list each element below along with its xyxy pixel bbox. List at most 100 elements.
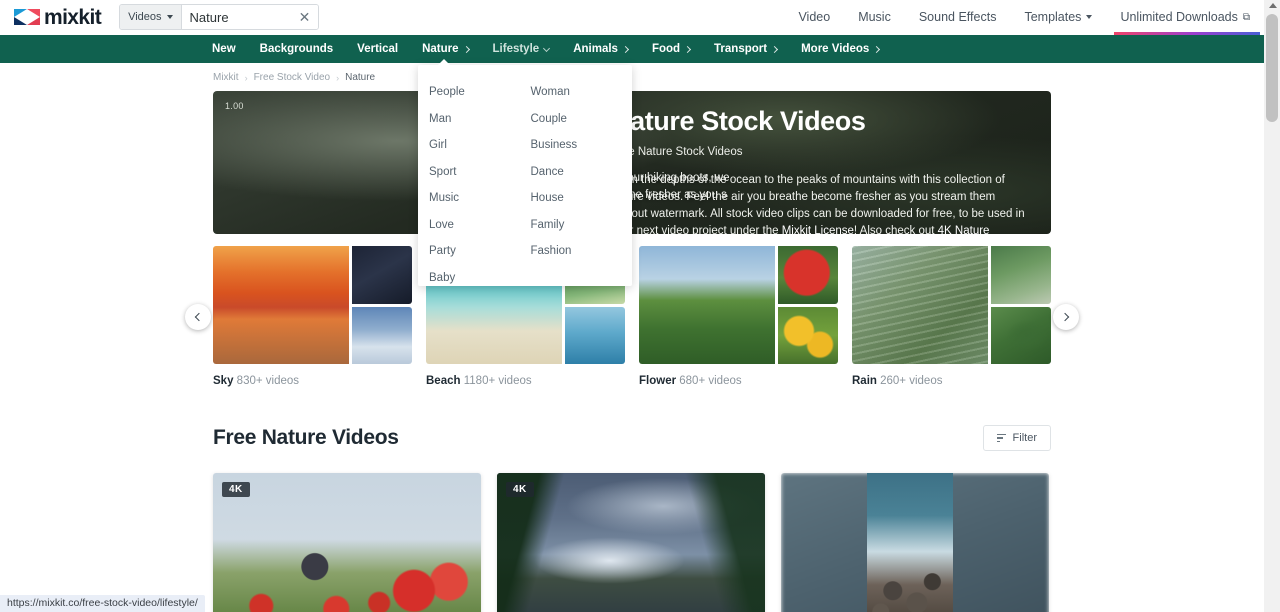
page-title: Nature Stock Videos xyxy=(611,106,866,136)
chevron-right-icon xyxy=(621,45,629,53)
search-input[interactable] xyxy=(181,5,292,29)
chevron-down-icon xyxy=(543,44,551,52)
breadcrumb-item-mixkit[interactable]: Mixkit xyxy=(213,72,239,83)
nav-label: Nature xyxy=(422,43,459,55)
section-header: Free Nature Videos Filter xyxy=(213,425,1051,451)
status-bar-url: https://mixkit.co/free-stock-video/lifes… xyxy=(0,595,205,612)
nav-item-backgrounds[interactable]: Backgrounds xyxy=(248,35,346,63)
resolution-badge: 4K xyxy=(506,482,534,497)
dropdown-item-sport[interactable]: Sport xyxy=(429,159,531,186)
dropdown-item-woman[interactable]: Woman xyxy=(531,79,633,106)
breadcrumb-item-nature: Nature xyxy=(345,72,376,83)
dropdown-item-baby[interactable]: Baby xyxy=(429,265,531,292)
dropdown-item-party[interactable]: Party xyxy=(429,238,531,265)
dropdown-item-business[interactable]: Business xyxy=(531,132,633,159)
category-main-image xyxy=(213,246,349,364)
category-card-rain[interactable]: Rain 260+ videos xyxy=(852,246,1051,387)
mixkit-license-link[interactable]: Mixkit License xyxy=(782,225,854,234)
dropdown-item-fashion[interactable]: Fashion xyxy=(531,238,633,265)
nav-item-lifestyle[interactable]: Lifestyle xyxy=(481,35,562,63)
main-content: Mixkit › Free Stock Video › Nature 1.00 … xyxy=(0,63,1264,612)
dropdown-item-love[interactable]: Love xyxy=(429,212,531,239)
dropdown-item-man[interactable]: Man xyxy=(429,106,531,133)
dropdown-item-house[interactable]: House xyxy=(531,185,633,212)
filter-icon xyxy=(996,433,1006,443)
video-thumbnail-image xyxy=(497,473,765,612)
category-thumbnails xyxy=(852,246,1051,364)
scroll-up-icon[interactable] xyxy=(1269,3,1277,8)
dropdown-column-left: People Man Girl Sport Music Love Party B… xyxy=(418,79,531,286)
external-link-icon: ⧉ xyxy=(1242,11,1250,23)
top-nav-label: Templates xyxy=(1024,10,1082,24)
clear-search-icon[interactable]: ✕ xyxy=(291,5,318,29)
nav-label: Food xyxy=(651,43,681,55)
dropdown-item-music[interactable]: Music xyxy=(429,185,531,212)
nav-item-more-videos[interactable]: More Videos xyxy=(789,35,891,63)
category-side-image-bottom xyxy=(991,306,1051,364)
nav-item-transport[interactable]: Transport xyxy=(702,35,789,63)
category-side-image-top xyxy=(352,246,412,304)
video-card[interactable]: 4K xyxy=(213,473,481,612)
top-nav-sound-effects[interactable]: Sound Effects xyxy=(905,0,1011,35)
search-type-label: Videos xyxy=(128,11,162,23)
category-card-flower[interactable]: Flower 680+ videos xyxy=(639,246,838,387)
dropdown-item-people[interactable]: People xyxy=(429,79,531,106)
nav-label: Vertical xyxy=(357,43,399,55)
carousel-prev-button[interactable] xyxy=(185,303,211,330)
category-name: Flower xyxy=(639,375,677,387)
video-card[interactable] xyxy=(781,473,1049,612)
video-card[interactable]: 4K xyxy=(497,473,765,612)
dropdown-item-couple[interactable]: Couple xyxy=(531,106,633,133)
category-label: Flower 680+ videos xyxy=(639,375,838,387)
nav-item-food[interactable]: Food xyxy=(640,35,702,63)
scrollbar-thumb[interactable] xyxy=(1266,14,1278,122)
category-card-sky[interactable]: Sky 830+ videos xyxy=(213,246,412,387)
category-count: 1180+ videos xyxy=(463,375,532,387)
dropdown-item-family[interactable]: Family xyxy=(531,212,633,239)
top-nav-templates[interactable]: Templates xyxy=(1010,0,1106,35)
category-label: Rain 260+ videos xyxy=(852,375,1051,387)
mixkit-logo[interactable]: mixkit xyxy=(14,7,102,28)
video-thumbnail xyxy=(781,473,1049,612)
filter-button[interactable]: Filter xyxy=(982,425,1051,451)
video-grid: 4K 4K xyxy=(213,473,1051,612)
category-count: 680+ videos xyxy=(679,375,742,387)
top-nav-music[interactable]: Music xyxy=(844,0,905,35)
nav-item-new[interactable]: New xyxy=(212,35,248,63)
category-thumbnails xyxy=(639,246,838,364)
nav-label: Backgrounds xyxy=(259,43,334,55)
category-side-image-bottom xyxy=(778,306,838,364)
hero-timestamp-badge: 1.00 xyxy=(225,101,244,111)
nav-label: More Videos xyxy=(801,43,870,55)
nav-label: Animals xyxy=(573,43,618,55)
video-thumbnail: 4K xyxy=(213,473,481,612)
category-nav: New Backgrounds Vertical Nature Lifestyl… xyxy=(0,35,1264,63)
nav-label: Lifestyle xyxy=(492,43,540,55)
hero-text-block: Nature Stock Videos Free Nature Stock Vi… xyxy=(611,91,1051,234)
lifestyle-dropdown-menu: People Man Girl Sport Music Love Party B… xyxy=(418,59,633,286)
page-scrollbar[interactable] xyxy=(1264,0,1280,612)
search-type-dropdown[interactable]: Videos xyxy=(120,5,182,29)
top-nav-video[interactable]: Video xyxy=(784,0,844,35)
breadcrumb-item-free-stock-video[interactable]: Free Stock Video xyxy=(254,72,331,83)
video-thumbnail-image xyxy=(867,473,953,612)
nav-label: Transport xyxy=(714,43,768,55)
top-nav-unlimited-downloads[interactable]: Unlimited Downloads ⧉ xyxy=(1106,0,1264,35)
dropdown-item-girl[interactable]: Girl xyxy=(429,132,531,159)
category-carousel: Sky 830+ videos Beach 1180+ videos Flowe… xyxy=(185,246,1079,387)
category-count: 830+ videos xyxy=(236,375,300,387)
resolution-badge: 4K xyxy=(222,482,250,497)
category-name: Sky xyxy=(213,375,234,387)
chevron-right-icon xyxy=(771,45,779,53)
category-label: Sky 830+ videos xyxy=(213,375,412,387)
top-nav-label: Sound Effects xyxy=(918,10,997,24)
top-navigation: Video Music Sound Effects Templates Unli… xyxy=(784,0,1280,35)
nav-item-vertical[interactable]: Vertical xyxy=(345,35,410,63)
carousel-next-button[interactable] xyxy=(1053,303,1079,330)
hero-description: From the depths of the ocean to the peak… xyxy=(611,172,1025,234)
dropdown-item-dance[interactable]: Dance xyxy=(531,159,633,186)
nav-item-animals[interactable]: Animals xyxy=(561,35,640,63)
dropdown-column-right: Woman Couple Business Dance House Family… xyxy=(531,79,633,286)
breadcrumb: Mixkit › Free Stock Video › Nature xyxy=(213,63,1051,91)
category-name: Rain xyxy=(852,375,877,387)
